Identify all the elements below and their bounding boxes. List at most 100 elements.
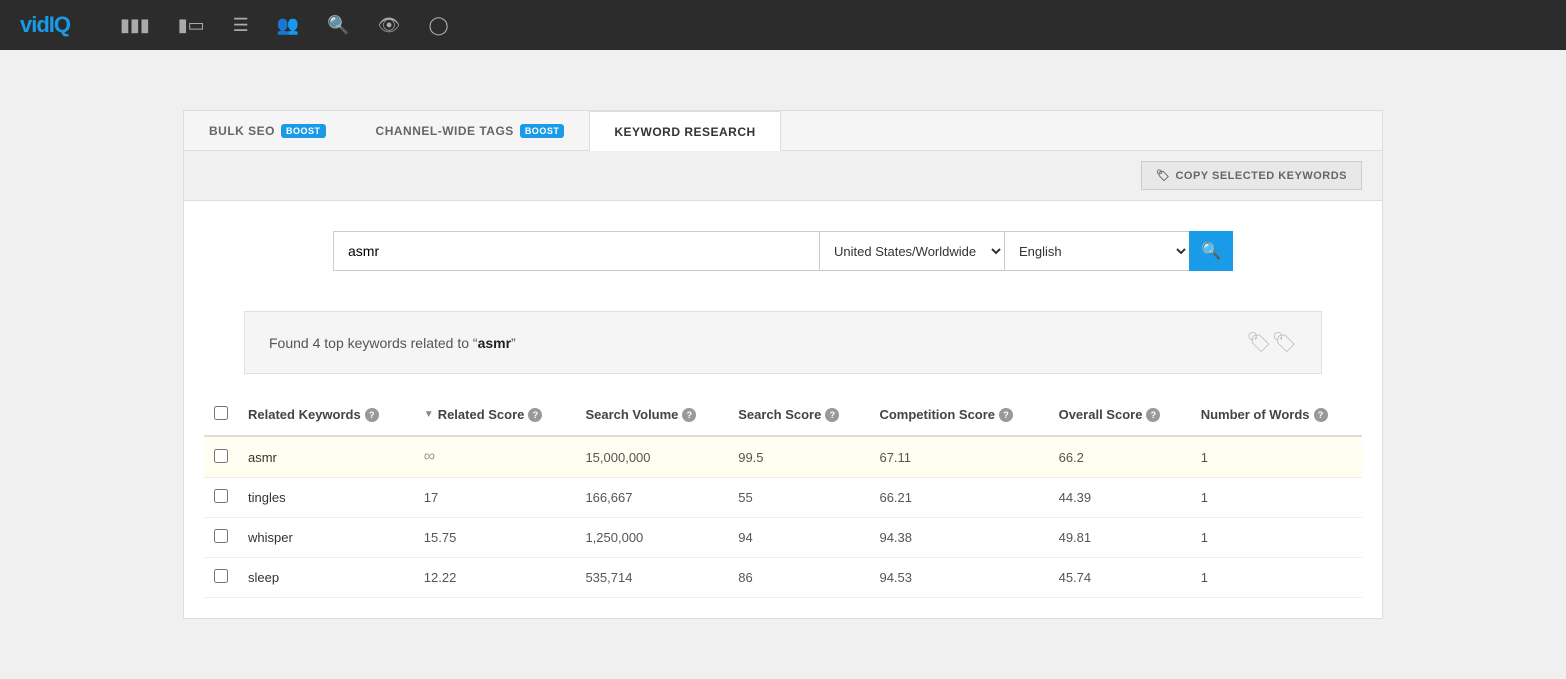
logo: vidIQ [20, 12, 70, 38]
row-checkbox-cell [204, 558, 238, 598]
competition-score-value: 94.38 [879, 530, 912, 545]
competition-score-cell: 66.21 [869, 478, 1048, 518]
row-checkbox-cell [204, 478, 238, 518]
num-words-cell: 1 [1191, 478, 1362, 518]
copy-keywords-button[interactable]: 🏷 COPY SELECTED KEYWORDS [1141, 161, 1362, 190]
search-row: United States/Worldwide Global United Ki… [333, 231, 1233, 271]
region-select[interactable]: United States/Worldwide Global United Ki… [819, 231, 1004, 271]
th-keyword: Related Keywords ? [238, 394, 414, 436]
overall-score-value: 45.74 [1059, 570, 1092, 585]
select-all-checkbox[interactable] [214, 406, 228, 420]
overall-score-help-icon[interactable]: ? [1146, 408, 1160, 422]
search-btn-icon: 🔍 [1201, 241, 1221, 261]
tab-channel-tags[interactable]: CHANNEL-WIDE TAGS BOOST [351, 111, 590, 150]
search-volume-value: 1,250,000 [585, 530, 643, 545]
row-checkbox-cell [204, 518, 238, 558]
table-row: sleep 12.22 535,714 86 94.53 45.74 1 [204, 558, 1362, 598]
row-checkbox[interactable] [214, 569, 228, 583]
keyword-cell: tingles [238, 478, 414, 518]
results-keyword: asmr [478, 335, 511, 351]
search-score-help-icon[interactable]: ? [825, 408, 839, 422]
keyword-cell: sleep [238, 558, 414, 598]
plus-circle-icon[interactable]: ◯ [429, 15, 449, 36]
th-overall-score-label: Overall Score [1059, 407, 1143, 422]
related-score-value: 15.75 [424, 530, 457, 545]
search-score-value: 55 [738, 490, 752, 505]
competition-score-value: 66.21 [879, 490, 912, 505]
keyword-link[interactable]: whisper [248, 530, 293, 545]
search-icon[interactable]: 🔍 [327, 15, 349, 36]
th-num-words-label: Number of Words [1201, 407, 1310, 422]
nav-icons: ▮▮▮ ▮▭ ☰ 👥 🔍 👁 ◯ [120, 15, 449, 36]
competition-score-help-icon[interactable]: ? [999, 408, 1013, 422]
th-search-volume: Search Volume ? [575, 394, 728, 436]
users-icon[interactable]: 👥 [277, 15, 299, 36]
bar-chart-icon[interactable]: ▮▮▮ [120, 15, 150, 36]
num-words-value: 1 [1201, 530, 1208, 545]
overall-score-cell: 49.81 [1049, 518, 1191, 558]
tab-keyword-research[interactable]: KEYWORD RESEARCH [589, 111, 780, 151]
num-words-value: 1 [1201, 570, 1208, 585]
list-icon[interactable]: ☰ [233, 15, 249, 36]
th-search-score: Search Score ? [728, 394, 869, 436]
th-competition-score-label: Competition Score [879, 407, 995, 422]
th-checkbox [204, 394, 238, 436]
search-volume-cell: 535,714 [575, 558, 728, 598]
language-select[interactable]: English Spanish French German Portuguese [1004, 231, 1189, 271]
keyword-link[interactable]: tingles [248, 490, 286, 505]
search-volume-value: 15,000,000 [585, 450, 650, 465]
related-score-cell: 15.75 [414, 518, 576, 558]
keyword-link[interactable]: asmr [248, 450, 277, 465]
num-words-cell: 1 [1191, 558, 1362, 598]
num-words-cell: 1 [1191, 436, 1362, 478]
row-checkbox[interactable] [214, 529, 228, 543]
table-section: Related Keywords ? ▼ Related Score ? [184, 394, 1382, 618]
search-score-value: 86 [738, 570, 752, 585]
th-competition-score: Competition Score ? [869, 394, 1048, 436]
results-banner: Found 4 top keywords related to “asmr” 🏷… [244, 311, 1322, 374]
search-score-cell: 99.5 [728, 436, 869, 478]
th-related-score-label: Related Score [438, 407, 525, 422]
logo-iq: IQ [49, 12, 70, 37]
search-volume-cell: 166,667 [575, 478, 728, 518]
overall-score-cell: 44.39 [1049, 478, 1191, 518]
keyword-cell: whisper [238, 518, 414, 558]
competition-score-value: 67.11 [879, 450, 911, 465]
num-words-help-icon[interactable]: ? [1314, 408, 1328, 422]
table-row: tingles 17 166,667 55 66.21 44.39 1 [204, 478, 1362, 518]
search-volume-value: 166,667 [585, 490, 632, 505]
th-overall-score: Overall Score ? [1049, 394, 1191, 436]
search-score-value: 99.5 [738, 450, 763, 465]
th-search-score-label: Search Score [738, 407, 821, 422]
th-search-volume-label: Search Volume [585, 407, 678, 422]
overall-score-cell: 45.74 [1049, 558, 1191, 598]
top-navigation: vidIQ ▮▮▮ ▮▭ ☰ 👥 🔍 👁 ◯ [0, 0, 1566, 50]
search-volume-cell: 1,250,000 [575, 518, 728, 558]
keyword-link[interactable]: sleep [248, 570, 279, 585]
results-message: Found 4 top keywords related to “asmr” [269, 335, 516, 351]
keyword-search-input[interactable] [333, 231, 819, 271]
th-related-score[interactable]: ▼ Related Score ? [414, 394, 576, 436]
overall-score-value: 66.2 [1059, 450, 1084, 465]
eye-icon[interactable]: 👁 [378, 15, 401, 36]
th-num-words: Number of Words ? [1191, 394, 1362, 436]
search-button[interactable]: 🔍 [1189, 231, 1233, 271]
search-volume-help-icon[interactable]: ? [682, 408, 696, 422]
keyword-help-icon[interactable]: ? [365, 408, 379, 422]
related-score-value: 17 [424, 490, 438, 505]
logo-vid: vid [20, 12, 49, 37]
th-keyword-label: Related Keywords [248, 407, 361, 422]
video-icon[interactable]: ▮▭ [178, 15, 205, 36]
competition-score-value: 94.53 [879, 570, 912, 585]
table-row: whisper 15.75 1,250,000 94 94.38 49.81 1 [204, 518, 1362, 558]
search-score-value: 94 [738, 530, 752, 545]
main-container: BULK SEO BOOST CHANNEL-WIDE TAGS BOOST K… [183, 110, 1383, 619]
related-score-cell: 17 [414, 478, 576, 518]
boost-badge-bulk-seo: BOOST [281, 124, 326, 138]
toolbar: 🏷 COPY SELECTED KEYWORDS [184, 151, 1382, 201]
related-score-value: ∞ [424, 448, 435, 465]
row-checkbox[interactable] [214, 489, 228, 503]
related-score-help-icon[interactable]: ? [528, 408, 542, 422]
row-checkbox[interactable] [214, 449, 228, 463]
tab-bulk-seo[interactable]: BULK SEO BOOST [184, 111, 351, 150]
